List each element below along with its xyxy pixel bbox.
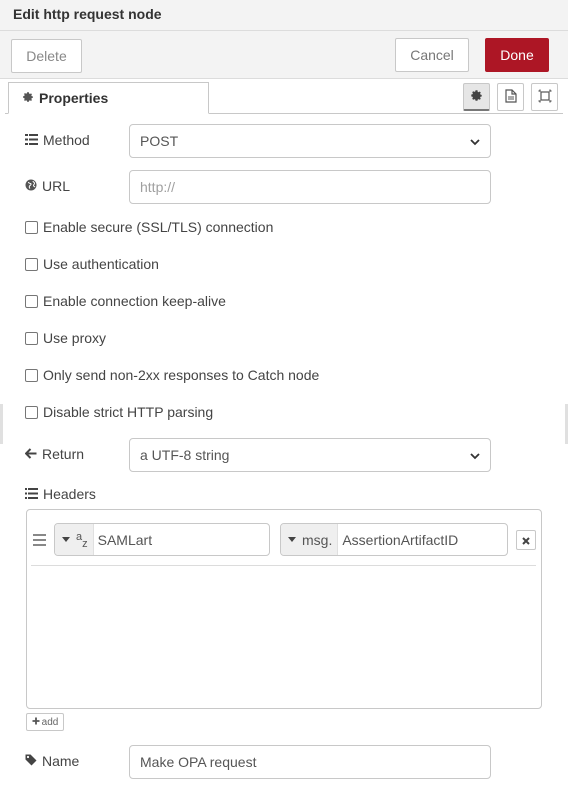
header-value-type-select[interactable]: msg. [281,524,339,555]
non2xx-checkbox[interactable] [25,368,38,382]
name-label: Name [25,751,79,771]
appearance-icon [538,89,552,106]
drag-handle-icon[interactable] [33,534,46,546]
header-row-divider [31,565,536,566]
add-header-button[interactable]: add [26,713,64,731]
tab-properties-label: Properties [39,90,109,106]
gear-icon [22,90,34,106]
proxy-checkbox-row[interactable]: Use proxy [25,329,106,347]
tab-settings[interactable] [463,83,490,111]
globe-icon [25,178,37,194]
caret-down-icon [288,537,296,542]
non2xx-checkbox-row[interactable]: Only send non-2xx responses to Catch nod… [25,366,319,384]
cancel-button[interactable]: Cancel [395,38,469,72]
header-key-value[interactable]: SAMLart [94,524,152,555]
strict-parsing-checkbox-row[interactable]: Disable strict HTTP parsing [25,403,213,421]
done-button[interactable]: Done [485,38,549,72]
list-icon [25,132,38,148]
headers-label: Headers [25,484,96,504]
resize-handle-left[interactable] [0,404,3,444]
return-label: Return [24,444,84,464]
auth-checkbox[interactable] [25,257,38,271]
header-value-value[interactable]: AssertionArtifactID [338,524,458,555]
chevron-down-icon [470,447,480,463]
proxy-checkbox[interactable] [25,331,38,345]
ssl-checkbox-row[interactable]: Enable secure (SSL/TLS) connection [25,218,273,236]
ssl-checkbox[interactable] [25,220,38,234]
url-label: URL [25,176,70,196]
url-placeholder: http:// [140,179,176,195]
tag-icon [25,753,37,769]
header-value-type-label: msg. [302,531,333,548]
tab-appearance[interactable] [531,83,558,111]
name-value: Make OPA request [140,754,257,770]
method-select[interactable]: POST [129,124,491,158]
dialog-title: Edit http request node [0,0,568,31]
return-select[interactable]: a UTF-8 string [129,438,491,472]
tab-properties[interactable]: Properties [8,82,209,114]
list-icon [25,486,38,502]
auth-checkbox-row[interactable]: Use authentication [25,255,159,273]
plus-icon [32,717,40,728]
tab-description[interactable] [497,83,524,111]
arrow-left-icon [24,446,37,462]
description-icon [504,88,517,106]
chevron-down-icon [470,133,480,149]
header-key-input[interactable]: az SAMLart [54,523,270,556]
name-input[interactable]: Make OPA request [129,745,491,779]
delete-button[interactable]: Delete [11,39,82,73]
close-icon [522,532,530,548]
method-label: Method [25,130,90,150]
strict-parsing-checkbox[interactable] [25,405,38,419]
url-input[interactable]: http:// [129,170,491,204]
keepalive-checkbox[interactable] [25,294,38,308]
header-key-type-select[interactable]: az [55,524,94,555]
keepalive-checkbox-row[interactable]: Enable connection keep-alive [25,292,226,310]
caret-down-icon [62,537,70,542]
gear-icon [470,89,483,105]
remove-header-button[interactable] [516,530,536,550]
string-type-icon: az [76,530,88,550]
header-value-input[interactable]: msg. AssertionArtifactID [280,523,508,556]
dialog-toolbar: Delete Cancel Done [0,31,568,79]
